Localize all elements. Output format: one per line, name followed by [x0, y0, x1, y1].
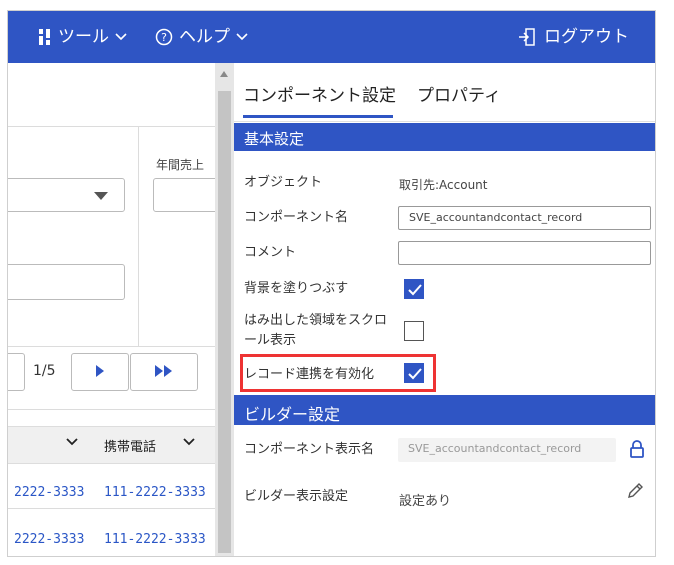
scroll-overflow-checkbox[interactable] — [404, 321, 424, 341]
fill-background-label: 背景を塗りつぶす — [244, 281, 349, 296]
help-menu[interactable]: ? ヘルプ — [155, 27, 248, 47]
builder-display-setting-value: 設定あり — [399, 494, 452, 509]
page-size-box[interactable] — [8, 353, 25, 391]
divider — [8, 126, 215, 127]
table-header: 携帯電話 — [8, 426, 215, 464]
scrollbar-thumb[interactable] — [218, 91, 231, 553]
last-page-button[interactable] — [130, 353, 198, 391]
divider — [234, 121, 655, 122]
logout-button[interactable]: ログアウト — [518, 27, 629, 47]
builder-settings-title: ビルダー設定 — [244, 405, 341, 424]
left-pane: 年間売上 1/5 携帯電話 2222-3333 111-2222-3333 22… — [8, 63, 225, 556]
comment-label: コメント — [244, 245, 297, 260]
builder-settings-section: ビルダー設定 — [234, 395, 655, 425]
top-navigation-bar: ツール ? ヘルプ ログアウト — [8, 11, 655, 63]
scroll-up-arrow-icon[interactable] — [220, 71, 228, 77]
scroll-overflow-label-line1: はみ出した領域をスクロ — [244, 313, 388, 328]
lock-icon[interactable] — [629, 439, 645, 463]
tab-properties[interactable]: プロパティ — [417, 81, 501, 106]
tab-component-settings[interactable]: コンポーネント設定 — [243, 81, 396, 106]
filter-dropdown[interactable] — [8, 178, 125, 212]
pager-text: 1/5 — [33, 363, 56, 379]
table-cell[interactable]: 111-2222-3333 — [104, 485, 206, 500]
tools-label: ツール — [58, 27, 109, 47]
component-name-label: コンポーネント名 — [244, 210, 349, 225]
column-sort-chevron-icon[interactable] — [183, 435, 195, 451]
scroll-overflow-label-line2: ール表示 — [244, 333, 297, 348]
chevron-down-icon — [115, 32, 127, 42]
annual-sales-label: 年間売上 — [156, 158, 205, 172]
column-header-mobile[interactable]: 携帯電話 — [104, 436, 156, 455]
divider — [138, 126, 139, 346]
pencil-icon[interactable] — [626, 482, 644, 504]
row-divider — [8, 508, 215, 509]
app-window: ツール ? ヘルプ ログアウト 年間売上 1/5 携帯電話 2222-3333 … — [7, 10, 656, 557]
builder-display-setting-label: ビルダー表示設定 — [244, 489, 349, 504]
basic-settings-title: 基本設定 — [244, 130, 305, 148]
object-value: 取引先:Account — [399, 178, 488, 192]
record-link-checkbox[interactable] — [404, 363, 424, 383]
column-sort-chevron-icon[interactable] — [66, 435, 78, 451]
next-page-button[interactable] — [71, 353, 129, 391]
logout-icon — [518, 27, 538, 47]
table-cell[interactable]: 2222-3333 — [14, 532, 84, 547]
component-display-name-input: SVE_accountandcontact_record — [398, 438, 616, 462]
tools-icon — [38, 28, 52, 46]
chevron-down-icon — [236, 32, 248, 42]
dropdown-arrow-icon — [94, 192, 108, 200]
help-label: ヘルプ — [179, 27, 230, 47]
component-name-input[interactable]: SVE_accountandcontact_record — [398, 206, 651, 230]
record-link-label: レコード連携を有効化 — [244, 367, 375, 382]
divider — [8, 409, 215, 410]
fill-background-checkbox[interactable] — [404, 279, 424, 299]
check-icon — [408, 284, 422, 296]
object-label: オブジェクト — [244, 175, 323, 190]
basic-settings-section: 基本設定 — [234, 123, 655, 151]
settings-panel: コンポーネント設定 プロパティ 基本設定 オブジェクト 取引先:Account … — [234, 63, 655, 556]
next-page-icon — [95, 363, 105, 382]
comment-input[interactable] — [398, 241, 651, 265]
table-cell[interactable]: 111-2222-3333 — [104, 532, 206, 547]
component-display-name-label: コンポーネント表示名 — [244, 442, 375, 457]
divider — [8, 346, 215, 347]
vertical-scrollbar[interactable] — [215, 63, 234, 556]
tools-menu[interactable]: ツール — [38, 27, 127, 47]
last-page-icon — [154, 363, 174, 382]
check-icon — [408, 368, 422, 380]
help-circle-icon: ? — [155, 28, 173, 46]
logout-label: ログアウト — [544, 27, 629, 47]
table-cell[interactable]: 2222-3333 — [14, 485, 84, 500]
svg-text:?: ? — [161, 31, 167, 44]
active-tab-indicator — [243, 115, 393, 118]
filter-text-input[interactable] — [8, 264, 125, 300]
